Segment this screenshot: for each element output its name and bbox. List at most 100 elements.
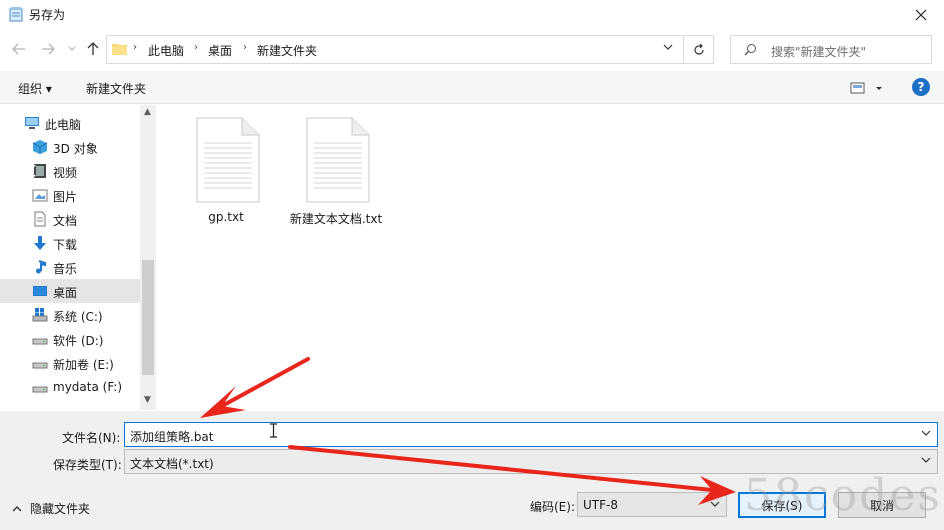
sidebar-item-documents[interactable]: 文档 — [0, 207, 140, 231]
arrow-up-icon — [87, 42, 99, 55]
breadcrumb-desktop[interactable]: 桌面 — [208, 42, 232, 59]
file-item[interactable]: 新建文本文档.txt — [281, 115, 391, 230]
chevron-right-icon: › — [133, 42, 137, 53]
close-button[interactable] — [898, 0, 944, 29]
arrow-left-icon — [12, 43, 25, 55]
chevron-down-icon — [921, 457, 931, 463]
cancel-button[interactable]: 取消 — [838, 492, 926, 518]
sidebar-item-label: 新加卷 (E:) — [53, 358, 114, 372]
encoding-select[interactable]: UTF-8 — [577, 492, 727, 517]
filename-label: 文件名(N): — [62, 431, 121, 445]
sidebar-item-drive-c[interactable]: 系统 (C:) — [0, 303, 140, 327]
folder-icon — [112, 44, 127, 55]
sidebar-item-label: 视频 — [53, 166, 78, 180]
download-icon — [34, 236, 46, 250]
scroll-up-icon[interactable]: ▲ — [144, 107, 151, 117]
notepad-icon — [9, 7, 23, 22]
sidebar-item-label: 下载 — [53, 238, 78, 252]
filename-input[interactable]: 添加组策略.bat — [124, 422, 938, 447]
breadcrumb-new-folder[interactable]: 新建文件夹 — [257, 42, 317, 59]
chevron-down-icon — [710, 501, 720, 507]
search-box[interactable]: 搜索"新建文件夹" — [730, 35, 932, 64]
navigation-bar: › 此电脑 › 桌面 › 新建文件夹 搜索"新建文件夹" — [0, 33, 944, 65]
file-name: gp.txt — [208, 210, 244, 224]
hide-folders-toggle[interactable]: 隐藏文件夹 — [12, 500, 90, 517]
chevron-down-icon[interactable] — [663, 43, 673, 51]
sidebar-item-label: 桌面 — [53, 286, 78, 300]
sidebar-item-music[interactable]: 音乐 — [0, 255, 140, 279]
refresh-icon — [693, 43, 704, 55]
file-item[interactable]: gp.txt — [171, 115, 281, 230]
sidebar-item-label: 图片 — [53, 190, 78, 204]
chevron-down-icon[interactable] — [921, 429, 931, 437]
hide-folders-label: 隐藏文件夹 — [30, 502, 91, 516]
refresh-button[interactable] — [684, 35, 714, 64]
drive-icon — [32, 338, 48, 345]
organize-menu[interactable]: 组织 ▾ — [18, 80, 52, 97]
help-button[interactable]: ? — [912, 78, 930, 96]
sidebar-item-label: 软件 (D:) — [53, 334, 104, 348]
arrow-right-icon — [42, 43, 55, 55]
sidebar-item-drive-d[interactable]: 软件 (D:) — [0, 327, 140, 351]
sidebar-item-label: mydata (F:) — [53, 380, 123, 394]
recent-locations-button[interactable] — [62, 39, 82, 59]
sidebar-item-label: 此电脑 — [45, 118, 82, 132]
new-folder-button[interactable]: 新建文件夹 — [86, 80, 146, 97]
navigation-pane: 此电脑 3D 对象 视频 图片 文档 下载 音乐 桌面 系统 (C:) 软件 (… — [0, 105, 156, 410]
filetype-select[interactable]: 文本文档(*.txt) — [124, 449, 938, 474]
sidebar-item-this-pc[interactable]: 此电脑 — [0, 111, 140, 135]
chevron-right-icon: › — [243, 42, 247, 53]
3d-objects-icon — [32, 140, 48, 154]
documents-icon — [34, 211, 46, 227]
encoding-value: UTF-8 — [583, 498, 618, 512]
view-icon — [850, 82, 882, 94]
system-drive-icon — [32, 308, 48, 322]
drive-icon — [32, 386, 48, 393]
music-icon — [36, 260, 46, 274]
up-button[interactable] — [83, 39, 103, 59]
view-options-button[interactable] — [850, 80, 886, 96]
filetype-label: 保存类型(T): — [53, 458, 122, 472]
file-name: 新建文本文档.txt — [289, 212, 383, 226]
filetype-value: 文本文档(*.txt) — [130, 457, 214, 471]
text-file-icon — [306, 117, 370, 203]
sidebar-item-drive-f[interactable]: mydata (F:) — [0, 375, 140, 399]
scrollbar-thumb[interactable] — [142, 260, 154, 375]
search-placeholder: 搜索"新建文件夹" — [771, 45, 867, 59]
computer-icon — [25, 117, 39, 129]
sidebar-item-pictures[interactable]: 图片 — [0, 183, 140, 207]
sidebar-item-label: 音乐 — [53, 262, 78, 276]
sidebar-item-label: 3D 对象 — [53, 142, 98, 156]
close-icon — [915, 9, 927, 20]
encoding-label: 编码(E): — [530, 500, 575, 514]
chevron-right-icon: › — [194, 42, 198, 53]
window-title: 另存为 — [29, 8, 66, 22]
chevron-up-icon — [12, 505, 22, 511]
title-bar: 另存为 — [0, 0, 944, 29]
video-icon — [34, 164, 46, 178]
scroll-down-icon[interactable]: ▼ — [144, 395, 151, 405]
sidebar-item-3d-objects[interactable]: 3D 对象 — [0, 135, 140, 159]
sidebar-item-downloads[interactable]: 下载 — [0, 231, 140, 255]
sidebar-item-desktop[interactable]: 桌面 — [0, 279, 140, 303]
drive-icon — [32, 362, 48, 369]
address-bar[interactable]: › 此电脑 › 桌面 › 新建文件夹 — [106, 35, 684, 64]
file-list: gp.txt 新建文本文档.txt — [157, 105, 944, 410]
desktop-icon — [33, 286, 47, 296]
back-button[interactable] — [9, 39, 29, 59]
breadcrumb-this-pc[interactable]: 此电脑 — [148, 42, 184, 59]
sidebar-item-label: 系统 (C:) — [53, 310, 103, 324]
save-button[interactable]: 保存(S) — [738, 492, 826, 518]
search-icon — [744, 44, 756, 56]
sidebar-item-videos[interactable]: 视频 — [0, 159, 140, 183]
sidebar-item-label: 文档 — [53, 214, 78, 228]
command-toolbar: 组织 ▾ 新建文件夹 ? — [0, 71, 944, 104]
chevron-down-icon — [68, 46, 76, 51]
forward-button[interactable] — [38, 39, 58, 59]
sidebar-item-drive-e[interactable]: 新加卷 (E:) — [0, 351, 140, 375]
text-file-icon — [196, 117, 260, 203]
pictures-icon — [32, 189, 48, 202]
sidebar-scrollbar[interactable]: ▲ ▼ — [140, 105, 156, 410]
filename-value: 添加组策略.bat — [130, 430, 214, 444]
save-form: 文件名(N): 添加组策略.bat 保存类型(T): 文本文档(*.txt) 隐… — [0, 411, 944, 530]
